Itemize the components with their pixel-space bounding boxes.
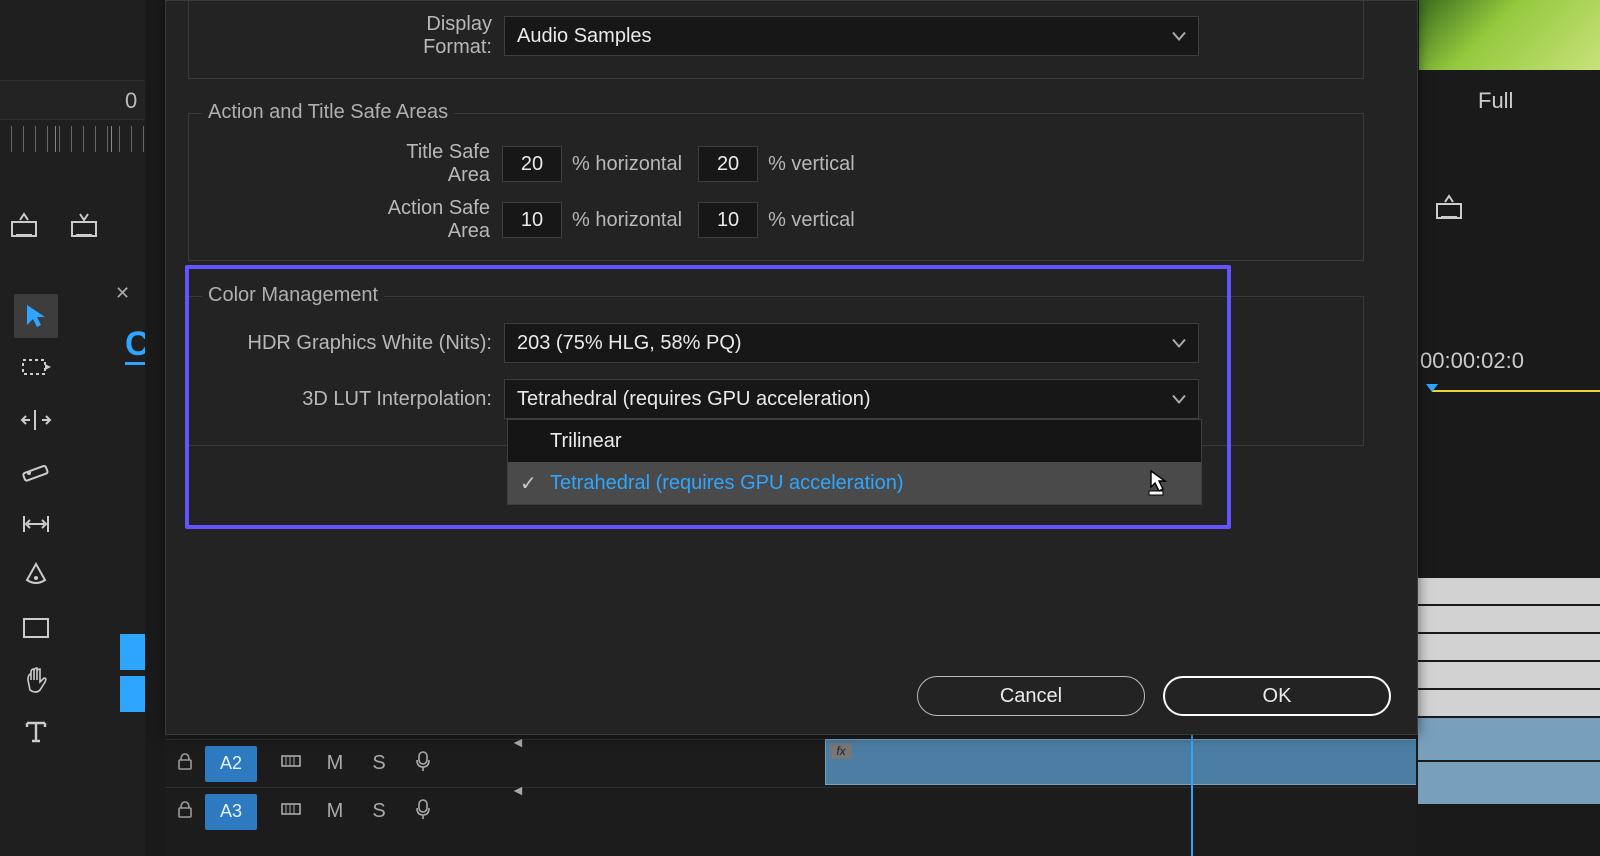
display-format-row: Display Format: Audio Samples — [354, 13, 1199, 59]
mini-playhead[interactable] — [1432, 390, 1600, 392]
export-frame-icon[interactable] — [10, 212, 40, 238]
lut-interp-select[interactable]: Tetrahedral (requires GPU acceleration) — [504, 379, 1199, 419]
lut-option-label: Tetrahedral (requires GPU acceleration) — [550, 472, 904, 495]
out-timecode-fragment: 00:00:02:0 — [1420, 348, 1524, 374]
audio-clip[interactable]: fx — [825, 739, 1425, 785]
right-track-stack — [1418, 578, 1600, 806]
action-safe-label: Action Safe Area — [344, 197, 502, 243]
track-label[interactable]: A3 — [205, 794, 257, 830]
lut-interp-row: 3D LUT Interpolation: Tetrahedral (requi… — [286, 379, 1199, 419]
export-frame-icon[interactable] — [1435, 194, 1465, 226]
chevron-down-icon — [1172, 332, 1186, 355]
video-track-thumb[interactable] — [1418, 606, 1600, 634]
clip-thumb-a[interactable] — [120, 634, 145, 670]
icon-dock — [0, 195, 115, 255]
ripple-edit-tool[interactable] — [14, 398, 58, 442]
audio-track-row[interactable]: A3 M S ◄ — [165, 787, 1425, 835]
keyframe-nav-icon[interactable]: ◄ — [511, 734, 525, 750]
video-track-thumb[interactable] — [1418, 690, 1600, 718]
pct-h-label: % horizontal — [562, 153, 698, 176]
solo-toggle[interactable]: S — [357, 752, 401, 775]
action-safe-v-input[interactable]: 10 — [698, 202, 758, 238]
ruler-ticks — [0, 126, 145, 152]
pct-v-label: % vertical — [758, 153, 871, 176]
pct-h-label: % horizontal — [562, 209, 698, 232]
sync-lock-icon[interactable] — [269, 752, 313, 776]
close-panel-icon[interactable]: ✕ — [115, 283, 130, 304]
track-label[interactable]: A2 — [205, 746, 257, 782]
ok-button[interactable]: OK — [1163, 676, 1391, 716]
playback-quality-label[interactable]: Full — [1478, 88, 1513, 114]
pen-tool[interactable] — [14, 554, 58, 598]
action-safe-h-input[interactable]: 10 — [502, 202, 562, 238]
timeline-panel: A2 M S ◄ A3 M S ◄ fx — [165, 725, 1425, 856]
display-format-value: Audio Samples — [517, 25, 652, 48]
video-track-thumb[interactable] — [1418, 662, 1600, 690]
voiceover-icon[interactable] — [401, 750, 445, 778]
display-format-label: Display Format: — [354, 13, 504, 59]
hdr-white-value: 203 (75% HLG, 58% PQ) — [517, 332, 742, 355]
lut-interp-value: Tetrahedral (requires GPU acceleration) — [517, 388, 871, 411]
lut-interp-dropdown[interactable]: Trilinear ✓ Tetrahedral (requires GPU ac… — [507, 419, 1202, 505]
panel-tab-edge[interactable]: C — [125, 325, 145, 365]
time-ruler-bg — [0, 80, 145, 120]
hand-tool[interactable] — [14, 658, 58, 702]
slip-tool[interactable] — [14, 502, 58, 546]
track-select-tool[interactable] — [14, 346, 58, 390]
hdr-white-label: HDR Graphics White (Nits): — [246, 332, 504, 355]
rectangle-tool[interactable] — [14, 606, 58, 650]
video-track-thumb[interactable] — [1418, 578, 1600, 606]
lut-option-trilinear[interactable]: Trilinear — [508, 420, 1201, 462]
pct-v-label: % vertical — [758, 209, 871, 232]
sync-lock-icon[interactable] — [269, 800, 313, 824]
hdr-white-select[interactable]: 203 (75% HLG, 58% PQ) — [504, 323, 1199, 363]
playhead[interactable] — [1191, 725, 1193, 856]
fx-badge: fx — [830, 743, 852, 759]
keyframe-nav-icon[interactable]: ◄ — [511, 782, 525, 798]
title-safe-v-input[interactable]: 20 — [698, 146, 758, 182]
lut-interp-label: 3D LUT Interpolation: — [286, 388, 504, 411]
sequence-settings-dialog: Display Format: Audio Samples Action and… — [165, 0, 1418, 735]
voiceover-icon[interactable] — [401, 798, 445, 826]
lut-option-tetrahedral[interactable]: ✓ Tetrahedral (requires GPU acceleration… — [508, 462, 1201, 504]
timecode-fragment: 0 — [125, 88, 137, 114]
lock-icon[interactable] — [165, 799, 205, 824]
razor-tool[interactable] — [14, 450, 58, 494]
tool-strip — [14, 294, 62, 754]
chevron-down-icon — [1172, 25, 1186, 48]
program-monitor-frame — [1419, 0, 1600, 70]
title-safe-h-input[interactable]: 20 — [502, 146, 562, 182]
display-format-select[interactable]: Audio Samples — [504, 16, 1199, 56]
audio-track-thumb[interactable] — [1418, 762, 1600, 806]
chevron-down-icon — [1172, 388, 1186, 411]
title-safe-row: Title Safe Area 20 % horizontal 20 % ver… — [362, 141, 871, 187]
solo-toggle[interactable]: S — [357, 800, 401, 823]
selection-tool[interactable] — [14, 294, 58, 338]
color-management-group-label: Color Management — [202, 284, 384, 307]
lut-option-label: Trilinear — [550, 430, 622, 453]
mute-toggle[interactable]: M — [313, 800, 357, 823]
mute-toggle[interactable]: M — [313, 752, 357, 775]
hdr-white-row: HDR Graphics White (Nits): 203 (75% HLG,… — [246, 323, 1199, 363]
lock-icon[interactable] — [165, 751, 205, 776]
video-track-thumb[interactable] — [1418, 634, 1600, 662]
safe-areas-group-label: Action and Title Safe Areas — [202, 101, 454, 124]
check-icon: ✓ — [520, 471, 537, 496]
clip-thumb-b[interactable] — [120, 676, 145, 712]
title-safe-label: Title Safe Area — [362, 141, 502, 187]
action-safe-row: Action Safe Area 10 % horizontal 10 % ve… — [344, 197, 871, 243]
insert-icon[interactable] — [70, 212, 100, 238]
type-tool[interactable] — [14, 710, 58, 754]
audio-track-thumb[interactable] — [1418, 718, 1600, 762]
cancel-button[interactable]: Cancel — [917, 676, 1145, 716]
